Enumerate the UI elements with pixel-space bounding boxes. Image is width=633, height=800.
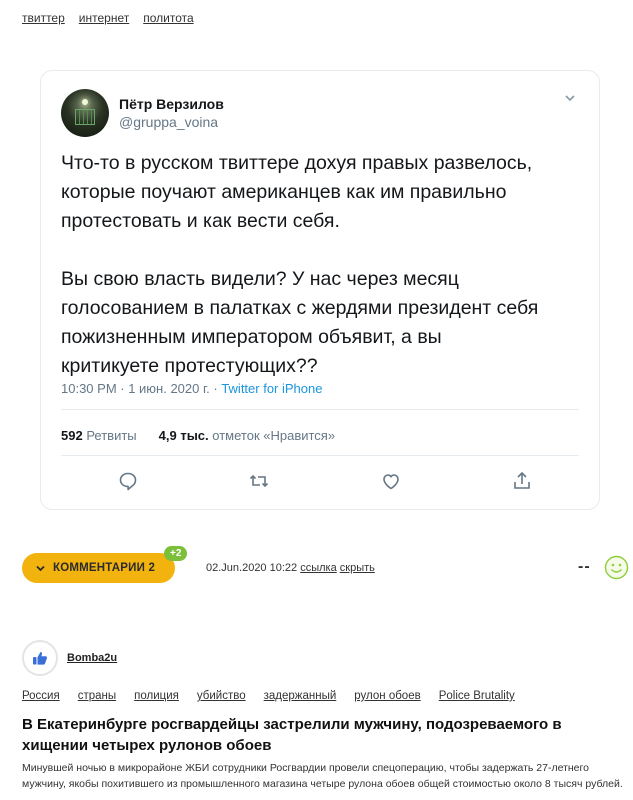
tag-list: твиттер интернет политота <box>22 11 194 25</box>
retweets-stat[interactable]: 592 Ретвиты <box>61 428 137 443</box>
tweet-author: Пётр Верзилов @gruppa_voina <box>119 95 224 131</box>
avatar-cage <box>75 109 95 125</box>
tag-murder[interactable]: убийство <box>197 690 246 702</box>
hide-link[interactable]: скрыть <box>340 562 375 574</box>
retweet-icon[interactable] <box>248 470 270 492</box>
divider <box>61 455 579 456</box>
next-post-title[interactable]: В Екатеринбурге росгвардейцы застрелили … <box>22 714 622 756</box>
chevron-down-icon[interactable] <box>565 93 575 103</box>
tag-internet[interactable]: интернет <box>79 11 129 25</box>
thumbs-up-icon[interactable] <box>22 640 58 676</box>
retweets-count: 592 <box>61 428 83 443</box>
avatar-bulb <box>82 99 88 105</box>
tweet-author-name[interactable]: Пётр Верзилов <box>119 95 224 113</box>
tweet-source[interactable]: Twitter for iPhone <box>221 381 322 396</box>
tweet-stats: 592 Ретвиты 4,9 тыс. отметок «Нравится» <box>61 428 335 443</box>
tag-twitter[interactable]: твиттер <box>22 11 65 25</box>
like-icon[interactable] <box>380 470 402 492</box>
reply-icon[interactable] <box>117 470 139 492</box>
tweet-header: Пётр Верзилов @gruppa_voina <box>61 89 224 137</box>
tag-detained[interactable]: задержанный <box>264 690 337 702</box>
comments-label: КОММЕНТАРИИ 2 <box>53 562 156 574</box>
embedded-tweet: Пётр Верзилов @gruppa_voina Что-то в рус… <box>40 70 600 510</box>
tweet-meta: 10:30 PM · 1 июн. 2020 г. · Twitter for … <box>61 381 322 396</box>
retweets-label: Ретвиты <box>86 428 137 443</box>
tweet-actions <box>117 470 533 492</box>
chevron-down-icon <box>36 564 45 573</box>
post-date: 02.Jun.2020 10:22 <box>206 562 298 574</box>
next-post-author: Bomba2u <box>22 640 117 676</box>
likes-count: 4,9 тыс. <box>158 428 209 443</box>
author-name[interactable]: Bomba2u <box>67 652 117 664</box>
tweet-avatar[interactable] <box>61 89 109 137</box>
comments-button[interactable]: КОММЕНТАРИИ 2 <box>22 553 175 583</box>
tweet-time[interactable]: 10:30 PM · 1 июн. 2020 г. · <box>61 381 221 396</box>
smiley-icon[interactable] <box>604 555 629 580</box>
tag-wallpaper-roll[interactable]: рулон обоев <box>354 690 420 702</box>
likes-stat[interactable]: 4,9 тыс. отметок «Нравится» <box>159 428 335 443</box>
tag-russia[interactable]: Россия <box>22 690 60 702</box>
tag-police-brutality[interactable]: Police Brutality <box>439 690 515 702</box>
next-post-tags: Россия страны полиция убийство задержанн… <box>22 690 515 702</box>
tweet-text: Что-то в русском твиттере дохуя правых р… <box>61 152 539 377</box>
tag-countries[interactable]: страны <box>78 690 116 702</box>
next-post-body: Минувшей ночью в микрорайоне ЖБИ сотрудн… <box>22 762 623 790</box>
permalink[interactable]: ссылка <box>300 562 337 574</box>
share-icon[interactable] <box>511 470 533 492</box>
tag-police[interactable]: полиция <box>134 690 179 702</box>
divider <box>61 409 579 410</box>
post-rating: -- <box>578 558 591 575</box>
rating-badge: +2 <box>164 546 188 561</box>
likes-label: отметок «Нравится» <box>212 428 336 443</box>
post-meta: 02.Jun.2020 10:22 ссылка скрыть <box>206 562 375 574</box>
tweet-author-handle[interactable]: @gruppa_voina <box>119 113 224 131</box>
comments-bar: КОММЕНТАРИИ 2 +2 02.Jun.2020 10:22 ссылк… <box>22 546 633 583</box>
tag-politota[interactable]: политота <box>143 11 193 25</box>
